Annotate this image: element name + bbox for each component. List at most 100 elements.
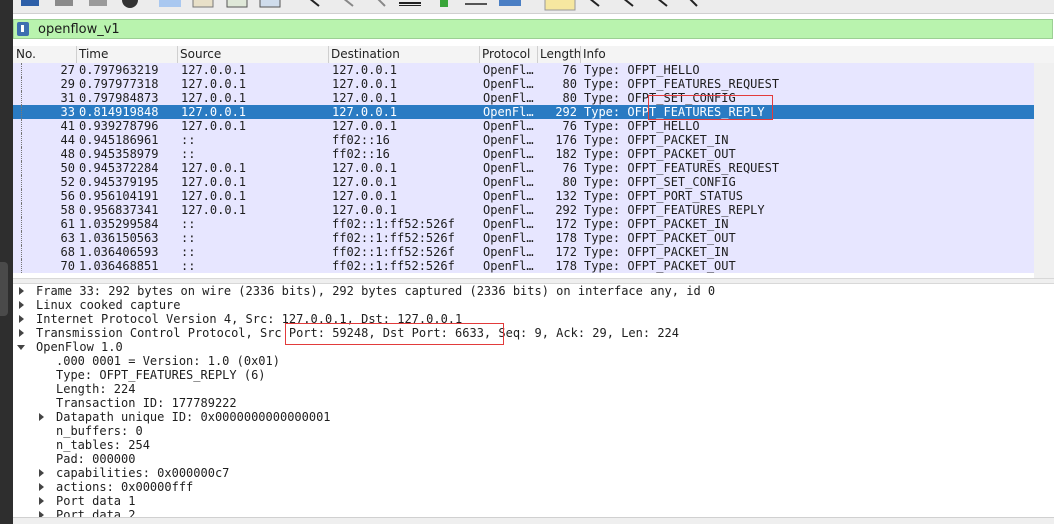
collapse-arrow-icon[interactable] xyxy=(17,345,25,350)
cell-destination: ff02::1:ff52:526f xyxy=(332,217,455,231)
pane-splitter-bottom[interactable] xyxy=(13,517,1054,524)
cell-info: Type: OFPT_PACKET_OUT xyxy=(584,147,736,161)
autoscroll-icon[interactable] xyxy=(499,0,521,6)
cell-length: 132 xyxy=(555,189,577,203)
expand-arrow-icon[interactable] xyxy=(39,469,44,477)
normal-size-icon[interactable] xyxy=(657,0,668,7)
cell-no: 63 xyxy=(60,231,75,245)
first-packet-icon[interactable] xyxy=(440,0,448,7)
table-row[interactable]: 52 0.945379195 127.0.0.1 127.0.0.1 OpenFl… 80… xyxy=(13,175,1034,189)
open-file-icon[interactable] xyxy=(159,0,181,7)
table-row[interactable]: 27 0.797963219 127.0.0.1 127.0.0.1 OpenFl… 76… xyxy=(13,63,1034,77)
detail-line[interactable]: Port data 1 xyxy=(56,494,135,508)
table-row[interactable]: 50 0.945372284 127.0.0.1 127.0.0.1 OpenFl… 76… xyxy=(13,161,1034,175)
packet-list-scrollbar[interactable] xyxy=(1034,63,1054,278)
table-row[interactable]: 63 1.036150563:: ff02::1:ff52:526f OpenFl… 1… xyxy=(13,231,1034,245)
expand-arrow-icon[interactable] xyxy=(19,315,24,323)
save-file-icon[interactable] xyxy=(192,0,214,8)
zoom-in-icon[interactable] xyxy=(589,0,600,7)
restart-capture-icon[interactable] xyxy=(89,0,107,6)
expand-arrow-icon[interactable] xyxy=(19,287,24,295)
cell-no: 27 xyxy=(60,63,75,77)
table-row[interactable]: 31 0.797984873 127.0.0.1 127.0.0.1 OpenFl… 80… xyxy=(13,91,1034,105)
cell-destination: ff02::16 xyxy=(332,133,390,147)
cell-source: 127.0.0.1 xyxy=(181,175,247,189)
cell-protocol: OpenFl… xyxy=(483,161,534,175)
conversation-bracket xyxy=(21,231,23,245)
table-row-selected[interactable]: 33 0.814919848 127.0.0.1 127.0.0.1 OpenFl… 29… xyxy=(13,105,1034,119)
table-row[interactable]: 44 0.945186961:: ff02::16 OpenFl… 176 Type: O… xyxy=(13,133,1034,147)
expand-arrow-icon[interactable] xyxy=(19,329,24,337)
go-forward-icon[interactable] xyxy=(377,0,386,7)
cell-time: 1.036468851 xyxy=(79,259,159,273)
cell-length: 80 xyxy=(562,91,577,105)
table-row[interactable]: 48 0.945358979:: ff02::16 OpenFl… 182 Type: O… xyxy=(13,147,1034,161)
detail-line[interactable]: .000 0001 = Version: 1.0 (0x01) xyxy=(56,354,280,368)
table-row[interactable]: 58 0.956837341 127.0.0.1 127.0.0.1 OpenFl… 29… xyxy=(13,203,1034,217)
cell-destination: 127.0.0.1 xyxy=(332,189,398,203)
detail-line[interactable]: actions: 0x00000fff xyxy=(56,480,193,494)
cell-protocol: OpenFl… xyxy=(483,133,534,147)
conversation-bracket xyxy=(21,203,23,217)
start-capture-icon[interactable] xyxy=(21,0,39,6)
packet-list: No. Time Source Destination Protocol Len… xyxy=(13,46,1054,278)
detail-line[interactable]: OpenFlow 1.0 xyxy=(36,340,123,354)
colorize-icon[interactable] xyxy=(544,0,576,11)
cell-time: 0.814919848 xyxy=(79,105,159,119)
cell-no: 31 xyxy=(60,91,75,105)
detail-line[interactable]: Pad: 000000 xyxy=(56,452,135,466)
col-length[interactable]: Length xyxy=(540,47,581,61)
detail-line[interactable]: Type: OFPT_FEATURES_REPLY (6) xyxy=(56,368,266,382)
detail-line[interactable]: Frame 33: 292 bytes on wire (2336 bits),… xyxy=(36,284,715,298)
close-file-icon[interactable] xyxy=(226,0,248,8)
cell-length: 178 xyxy=(555,231,577,245)
table-row[interactable]: 56 0.956104191 127.0.0.1 127.0.0.1 OpenFl… 13… xyxy=(13,189,1034,203)
cell-protocol: OpenFl… xyxy=(483,119,534,133)
col-destination[interactable]: Destination xyxy=(331,47,400,61)
go-back-icon[interactable] xyxy=(343,0,354,7)
expand-arrow-icon[interactable] xyxy=(39,497,44,505)
cell-source: 127.0.0.1 xyxy=(181,189,247,203)
detail-line[interactable]: n_tables: 254 xyxy=(56,438,150,452)
display-filter-bar[interactable]: openflow_v1 xyxy=(13,19,1053,39)
bookmark-icon[interactable] xyxy=(17,22,29,36)
table-row[interactable]: 41 0.939278796 127.0.0.1 127.0.0.1 OpenFl… 76… xyxy=(13,119,1034,133)
expand-arrow-icon[interactable] xyxy=(39,483,44,491)
table-row[interactable]: 61 1.035299584:: ff02::1:ff52:526f OpenFl… 1… xyxy=(13,217,1034,231)
table-row[interactable]: 68 1.036406593:: ff02::1:ff52:526f OpenFl… 1… xyxy=(13,245,1034,259)
go-to-packet-icon[interactable] xyxy=(399,2,421,4)
cell-info: Type: OFPT_PORT_STATUS xyxy=(584,189,743,203)
detail-line[interactable]: capabilities: 0x000000c7 xyxy=(56,466,229,480)
cell-source: 127.0.0.1 xyxy=(181,63,247,77)
zoom-out-icon[interactable] xyxy=(623,0,634,7)
display-filter-input[interactable]: openflow_v1 xyxy=(38,22,120,37)
col-info[interactable]: Info xyxy=(583,47,606,61)
find-icon[interactable] xyxy=(309,0,320,7)
col-source[interactable]: Source xyxy=(180,47,221,61)
detail-line[interactable]: n_buffers: 0 xyxy=(56,424,143,438)
options-icon[interactable] xyxy=(122,0,138,8)
conversation-bracket xyxy=(21,259,23,273)
col-time[interactable]: Time xyxy=(79,47,108,61)
table-row[interactable]: 29 0.797977318 127.0.0.1 127.0.0.1 OpenFl… 80… xyxy=(13,77,1034,91)
cell-protocol: OpenFl… xyxy=(483,189,534,203)
col-no[interactable]: No. xyxy=(16,47,36,61)
detail-line[interactable]: Datapath unique ID: 0x0000000000000001 xyxy=(56,410,331,424)
expand-arrow-icon[interactable] xyxy=(19,301,24,309)
stop-capture-icon[interactable] xyxy=(55,0,73,6)
cell-protocol: OpenFl… xyxy=(483,245,534,259)
col-protocol[interactable]: Protocol xyxy=(482,47,530,61)
resize-columns-icon[interactable] xyxy=(689,0,698,7)
detail-line[interactable]: Linux cooked capture xyxy=(36,298,181,312)
reload-file-icon[interactable] xyxy=(259,0,281,8)
detail-line[interactable]: Length: 224 xyxy=(56,382,135,396)
cell-time: 0.956837341 xyxy=(79,203,159,217)
cell-protocol: OpenFl… xyxy=(483,231,534,245)
cell-protocol: OpenFl… xyxy=(483,203,534,217)
detail-line[interactable]: Transaction ID: 177789222 xyxy=(56,396,237,410)
expand-arrow-icon[interactable] xyxy=(39,413,44,421)
table-row[interactable]: 70 1.036468851:: ff02::1:ff52:526f OpenFl… 1… xyxy=(13,259,1034,273)
cell-info: Type: OFPT_PACKET_IN xyxy=(584,245,729,259)
last-packet-icon[interactable] xyxy=(465,3,487,5)
dock-handle[interactable] xyxy=(0,262,8,316)
